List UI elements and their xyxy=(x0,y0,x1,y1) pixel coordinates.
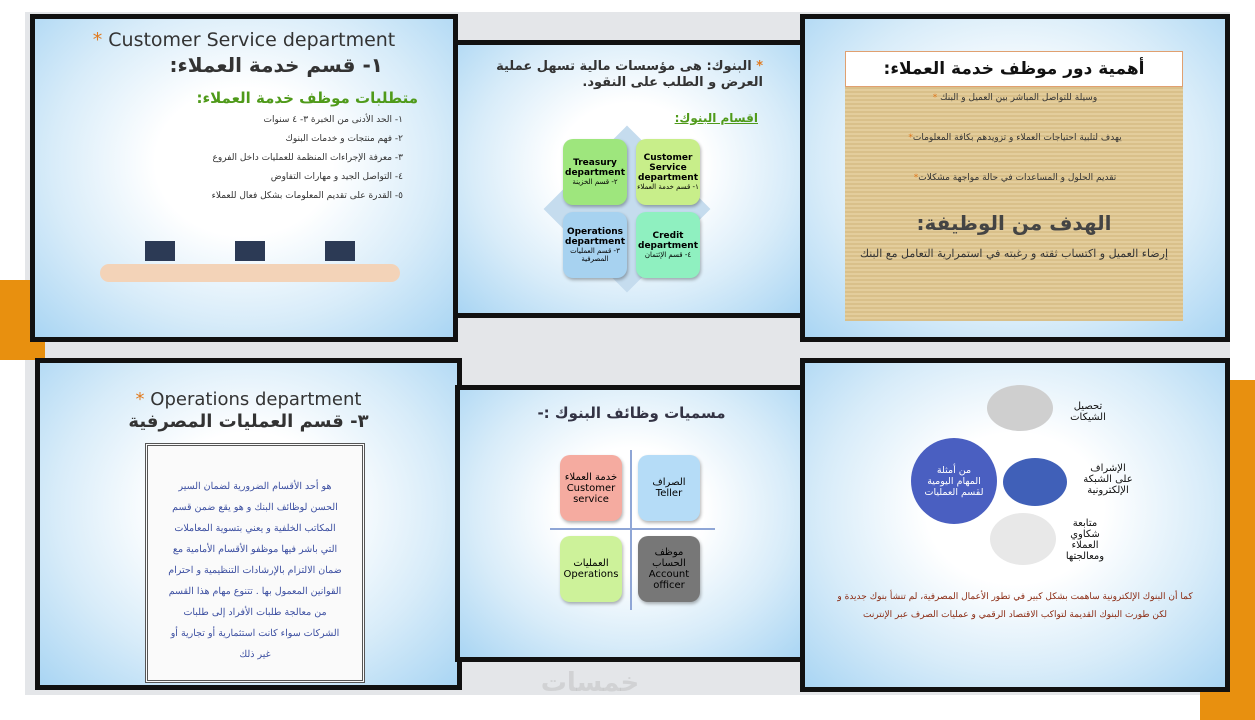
slide-customer-service-role[interactable]: أهمية دور موظف خدمة العملاء: وسيلة للتوا… xyxy=(800,14,1230,342)
subtitle: اقسام البنوك: xyxy=(674,111,758,125)
title-ar: ١- قسم خدمة العملاء: xyxy=(169,53,384,77)
body-text: هو أحد الأقسام الضرورية لضمان السير الحس… xyxy=(168,481,342,660)
title: أهمية دور موظف خدمة العملاء: xyxy=(845,51,1183,87)
box-customer-service: خدمة العملاء Customer service xyxy=(560,455,622,521)
papyrus-panel xyxy=(845,51,1183,321)
center-circle: من أمثلة المهام اليومية لقسم العمليات xyxy=(911,438,997,524)
list-item: ١- الحد الأدنى من الخبرة ٣- ٤ سنوات xyxy=(263,115,404,125)
office-illustration xyxy=(100,264,400,282)
monitor-icon xyxy=(235,241,265,261)
box-operations: العمليات Operations xyxy=(560,536,622,602)
list-item: تقديم الحلول و المساعدات في حالة مواجهة … xyxy=(918,173,1117,183)
watermark-logo: خمسات xyxy=(540,668,640,698)
box-operations: Operations department ٣- قسم العمليات الم… xyxy=(563,212,627,278)
footer-text: كما أن البنوك الإلكترونية ساهمت بشكل كبي… xyxy=(837,592,1193,620)
subtitle: متطلبات موظف خدمة العملاء: xyxy=(196,89,418,107)
list-item: وسيلة للتواصل المباشر بين العميل و البنك xyxy=(940,93,1098,103)
title-en: Operations department xyxy=(150,389,362,410)
title: البنوك: هى مؤسسات مالية تسهل عملية العرض… xyxy=(496,59,763,90)
list-item: يهدف لتلبية احتياجات العملاء و تزويدهم ب… xyxy=(912,133,1122,143)
goal-text: إرضاء العميل و اكتساب ثقته و رغبته في اس… xyxy=(859,247,1169,260)
box-credit: Credit department ٤- قسم الإئتمان xyxy=(636,212,700,278)
title: مسميات وظائف البنوك :- xyxy=(537,404,726,422)
support-agent-image xyxy=(990,513,1056,565)
list-item: ٣- معرفة الإجراءات المنظمة للعمليات داخل… xyxy=(212,153,404,163)
task-item: تحصيل الشيكات xyxy=(1070,401,1106,423)
ornamental-frame: هو أحد الأقسام الضرورية لضمان السير الحس… xyxy=(145,443,365,683)
title-en: Customer Service department xyxy=(108,29,396,51)
box-teller: الصراف Teller xyxy=(638,455,700,521)
slide-daily-tasks[interactable]: من أمثلة المهام اليومية لقسم العمليات تح… xyxy=(800,358,1230,692)
box-customer-service: Customer Service department ١- قسم خدمة ا… xyxy=(636,139,700,205)
slide-customer-service[interactable]: * Customer Service department ١- قسم خدم… xyxy=(30,14,458,342)
slide-bank-departments[interactable]: * البنوك: هى مؤسسات مالية تسهل عملية الع… xyxy=(453,40,808,318)
list-item: ٥- القدرة على تقديم المعلومات بشكل فعال … xyxy=(211,191,403,201)
box-account-officer: موظف الحساب Account officer xyxy=(638,536,700,602)
list-item: ٢- فهم منتجات و خدمات البنوك xyxy=(285,134,403,144)
cheque-image xyxy=(987,385,1053,431)
task-item: متابعة شكاوي العملاء ومعالجتها xyxy=(1065,518,1105,562)
goal-title: الهدف من الوظيفة: xyxy=(916,211,1112,235)
list-item: ٤- التواصل الجيد و مهارات التفاوض xyxy=(270,172,403,182)
monitor-icon xyxy=(145,241,175,261)
network-image xyxy=(1003,458,1067,506)
axis-vertical xyxy=(630,450,632,610)
slide-operations[interactable]: * Operations department ٣- قسم العمليات … xyxy=(35,358,462,690)
axis-horizontal xyxy=(550,528,715,530)
title-ar: ٣- قسم العمليات المصرفية xyxy=(128,411,369,432)
task-item: الإشراف على الشبكة الإلكترونية xyxy=(1083,463,1133,496)
box-treasury: Treasury department ٢- قسم الخزينة xyxy=(563,139,627,205)
slide-job-titles[interactable]: مسميات وظائف البنوك :- خدمة العملاء Custo… xyxy=(455,385,808,662)
monitor-icon xyxy=(325,241,355,261)
